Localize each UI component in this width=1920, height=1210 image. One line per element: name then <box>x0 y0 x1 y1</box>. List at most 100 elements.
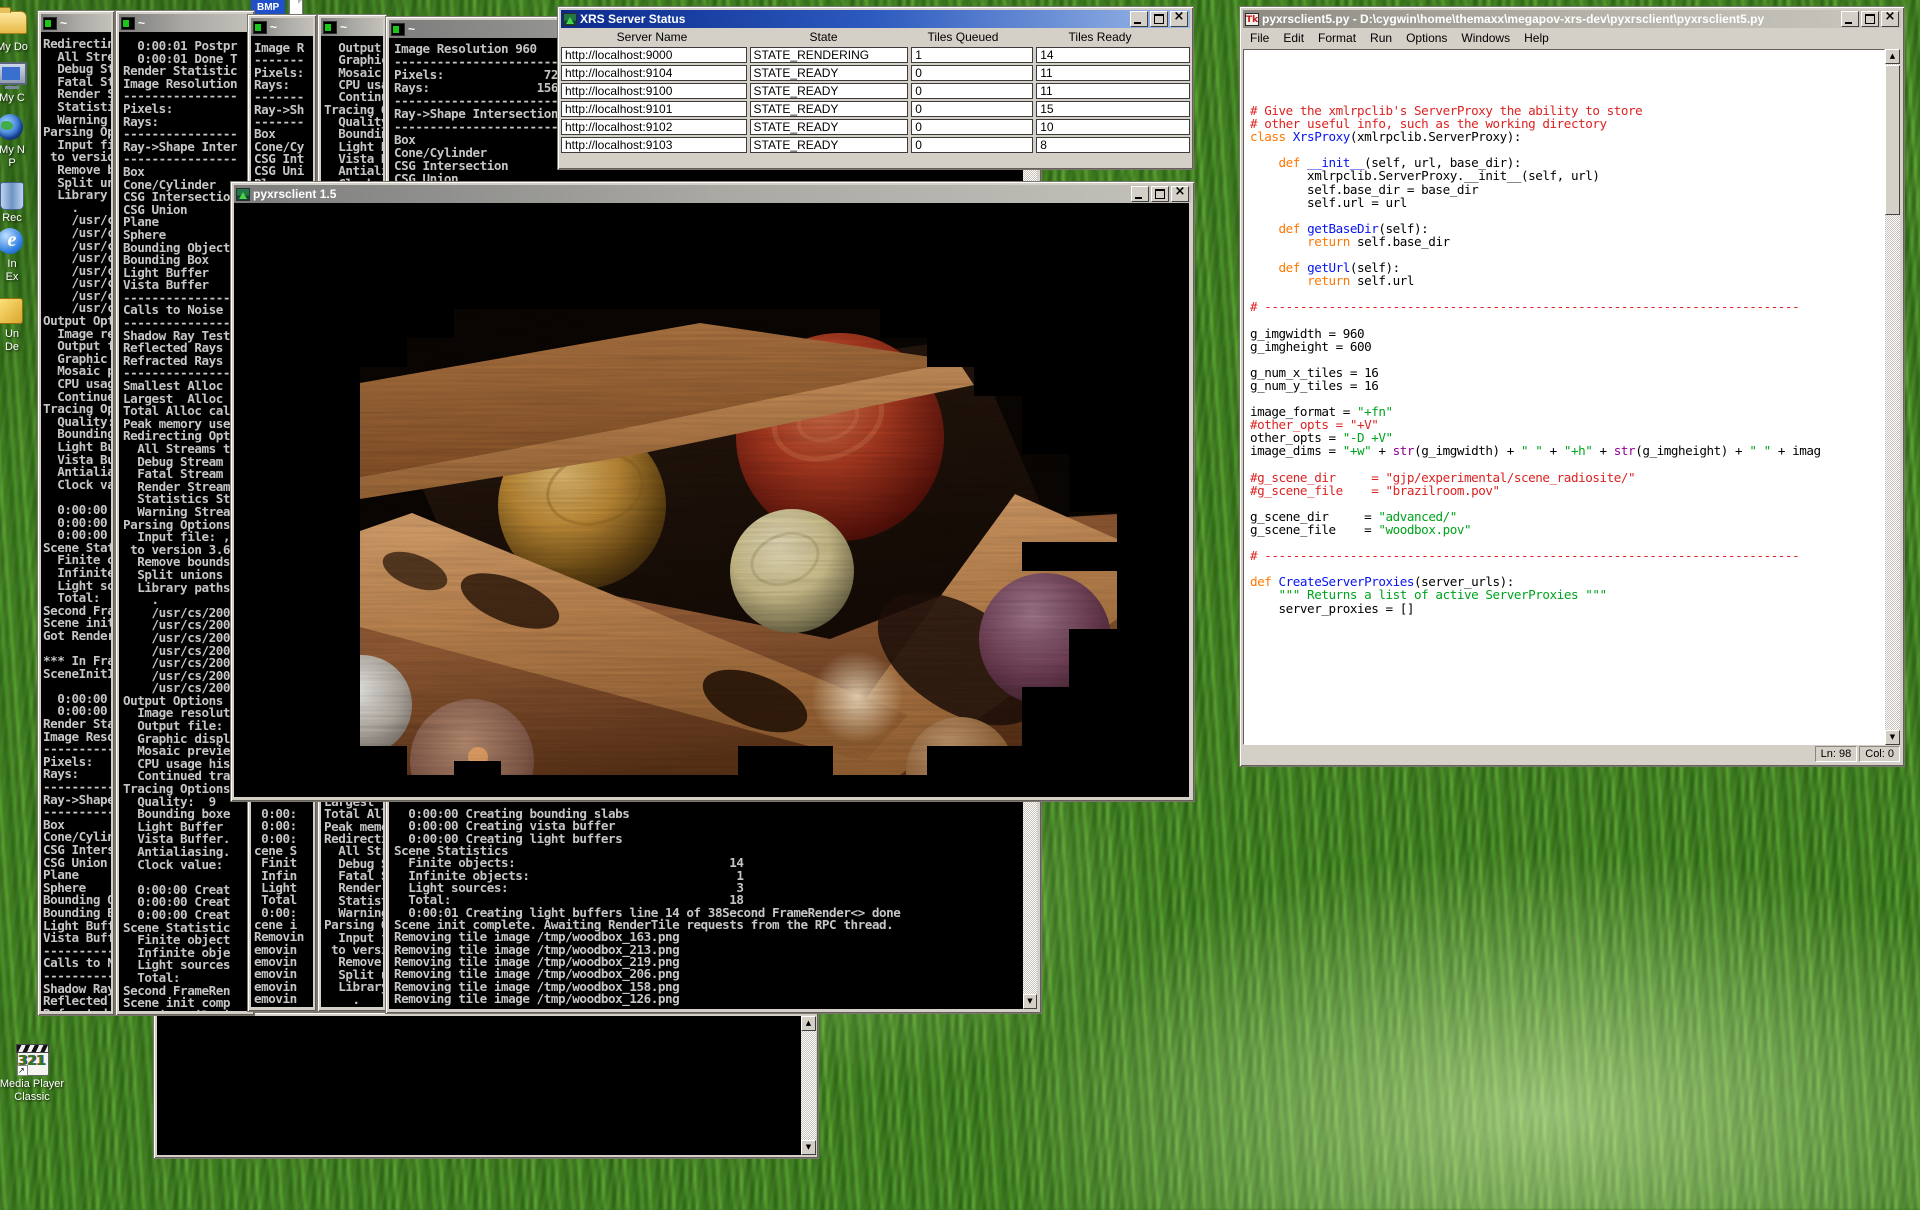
menu-windows[interactable]: Windows <box>1454 29 1517 47</box>
minimize-button[interactable] <box>1131 186 1149 202</box>
server-cell[interactable]: STATE_RENDERING <box>750 47 909 63</box>
console-titlebar[interactable]: ~ <box>321 18 383 36</box>
server-cell[interactable]: 0 <box>911 65 1033 81</box>
server-cell[interactable]: 0 <box>911 137 1033 153</box>
menu-edit[interactable]: Edit <box>1276 29 1311 47</box>
code-lines: # Give the xmlrpclib's ServerProxy the a… <box>1250 104 1821 615</box>
server-cell[interactable]: STATE_READY <box>750 83 909 99</box>
menu-run[interactable]: Run <box>1363 29 1399 47</box>
console-text: Output Graphic Mosaic CPU usa Continu Tr… <box>324 42 383 190</box>
server-cell[interactable]: http://localhost:9101 <box>561 101 747 117</box>
server-cell[interactable]: 11 <box>1036 65 1190 81</box>
console-text: 0:00:00 Creating bounding slabs 0:00:00 … <box>394 808 900 1006</box>
editor-scrollbar[interactable]: ▲ ▼ <box>1885 49 1900 745</box>
console-output[interactable]: Redirectin All Stre Debug St Fatal St Re… <box>41 32 111 1011</box>
scroll-down-icon[interactable]: ▼ <box>1023 994 1037 1009</box>
recycle-bin-icon <box>0 182 27 210</box>
server-table-header: Server NameStateTiles QueuedTiles Ready <box>561 30 1190 45</box>
viewer-titlebar[interactable]: pyxrsclient 1.5 <box>234 185 1191 203</box>
status-line: Ln: 98 <box>1815 746 1858 762</box>
scroll-up-icon[interactable]: ▲ <box>801 1016 816 1031</box>
close-button[interactable] <box>1171 186 1189 202</box>
menu-help[interactable]: Help <box>1517 29 1556 47</box>
console-titlebar[interactable]: ~ <box>41 14 111 32</box>
console-icon <box>323 21 337 34</box>
console-title: ~ <box>270 20 311 34</box>
viewer-title: pyxrsclient 1.5 <box>253 187 1128 201</box>
menu-format[interactable]: Format <box>1311 29 1363 47</box>
column-header[interactable]: State <box>746 30 901 45</box>
column-header[interactable]: Tiles Queued <box>904 30 1022 45</box>
server-cell[interactable]: http://localhost:9102 <box>561 119 747 135</box>
editor-statusbar: Ln: 98 Col: 0 <box>1243 746 1900 762</box>
server-cell[interactable]: http://localhost:9104 <box>561 65 747 81</box>
bmp-fragment[interactable]: BMP <box>251 0 303 15</box>
server-cell[interactable]: STATE_READY <box>750 119 909 135</box>
console-icon <box>43 17 57 30</box>
server-cell[interactable]: 11 <box>1036 83 1190 99</box>
computer-icon <box>0 62 27 90</box>
server-cell[interactable]: 14 <box>1036 47 1190 63</box>
minimize-button[interactable] <box>1841 11 1859 27</box>
console-icon <box>121 17 135 30</box>
desktop-icon-media-player-classic[interactable]: Media Player Classic <box>0 1048 68 1104</box>
render-image <box>360 309 1117 775</box>
server-cell[interactable]: 8 <box>1036 137 1190 153</box>
console-title: ~ <box>340 20 381 34</box>
server-cell[interactable]: STATE_READY <box>750 137 909 153</box>
scroll-down-icon[interactable]: ▼ <box>1885 730 1900 745</box>
column-header[interactable]: Server Name <box>561 30 743 45</box>
editor-titlebar[interactable]: pyxrsclient5.py - D:\cygwin\home\themaxx… <box>1243 10 1901 28</box>
server-cell[interactable]: 10 <box>1036 119 1190 135</box>
server-row[interactable]: http://localhost:9000STATE_RENDERING114 <box>561 47 1190 63</box>
server-row[interactable]: http://localhost:9101STATE_READY015 <box>561 101 1190 117</box>
xrs-titlebar[interactable]: XRS Server Status <box>561 10 1190 28</box>
status-col: Col: 0 <box>1859 746 1900 762</box>
scrollbar-thumb[interactable] <box>1885 65 1900 215</box>
scrollbar[interactable]: ▲ ▼ <box>801 1016 816 1155</box>
viewer-window: pyxrsclient 1.5 <box>230 181 1195 802</box>
maximize-button[interactable] <box>1151 186 1169 202</box>
menu-options[interactable]: Options <box>1399 29 1454 47</box>
console-text: 0:00:01 Postpr 0:00:01 Done T Render Sta… <box>123 40 237 1011</box>
xrs-window: XRS Server Status Server NameStateTiles … <box>557 6 1194 170</box>
maximize-button[interactable] <box>1861 11 1879 27</box>
close-button[interactable] <box>1881 11 1899 27</box>
viewer-app-icon <box>236 188 250 201</box>
shortcut-arrow-icon <box>17 1065 28 1076</box>
console-titlebar[interactable]: ~ <box>119 14 251 32</box>
maximize-button[interactable] <box>1150 11 1168 27</box>
console-window-a: ~ Redirectin All Stre Debug St Fatal St … <box>37 10 115 1016</box>
server-cell[interactable]: 15 <box>1036 101 1190 117</box>
server-cell[interactable]: STATE_READY <box>750 65 909 81</box>
server-row[interactable]: http://localhost:9100STATE_READY011 <box>561 83 1190 99</box>
server-cell[interactable]: STATE_READY <box>750 101 909 117</box>
console-window-empty: ▲ ▼ <box>153 1012 819 1159</box>
editor-app-icon <box>1245 13 1259 26</box>
file-icon <box>0 298 27 326</box>
scroll-up-icon[interactable]: ▲ <box>1885 49 1900 64</box>
console-text: Image R ------- Pixels: Rays: ------- Ra… <box>254 42 304 190</box>
menu-file[interactable]: File <box>1243 29 1276 47</box>
scroll-down-icon[interactable]: ▼ <box>801 1140 816 1155</box>
server-row[interactable]: http://localhost:9102STATE_READY010 <box>561 119 1190 135</box>
server-cell[interactable]: 0 <box>911 83 1033 99</box>
server-cell[interactable]: 0 <box>911 119 1033 135</box>
console-icon <box>391 23 405 36</box>
server-cell[interactable]: http://localhost:9103 <box>561 137 747 153</box>
server-row[interactable]: http://localhost:9103STATE_READY08 <box>561 137 1190 153</box>
code-editor[interactable]: # Give the xmlrpclib's ServerProxy the a… <box>1243 49 1885 745</box>
column-header[interactable]: Tiles Ready <box>1025 30 1175 45</box>
minimize-button[interactable] <box>1130 11 1148 27</box>
console-output[interactable] <box>157 1016 801 1155</box>
server-cell[interactable]: 0 <box>911 101 1033 117</box>
server-row[interactable]: http://localhost:9104STATE_READY011 <box>561 65 1190 81</box>
server-cell[interactable]: http://localhost:9000 <box>561 47 747 63</box>
xrs-app-icon <box>563 13 577 26</box>
console-title: ~ <box>138 16 249 30</box>
server-cell[interactable]: http://localhost:9100 <box>561 83 747 99</box>
close-button[interactable] <box>1170 11 1188 27</box>
editor-title: pyxrsclient5.py - D:\cygwin\home\themaxx… <box>1262 12 1838 26</box>
server-cell[interactable]: 1 <box>911 47 1033 63</box>
console-titlebar[interactable]: ~ <box>251 18 313 36</box>
